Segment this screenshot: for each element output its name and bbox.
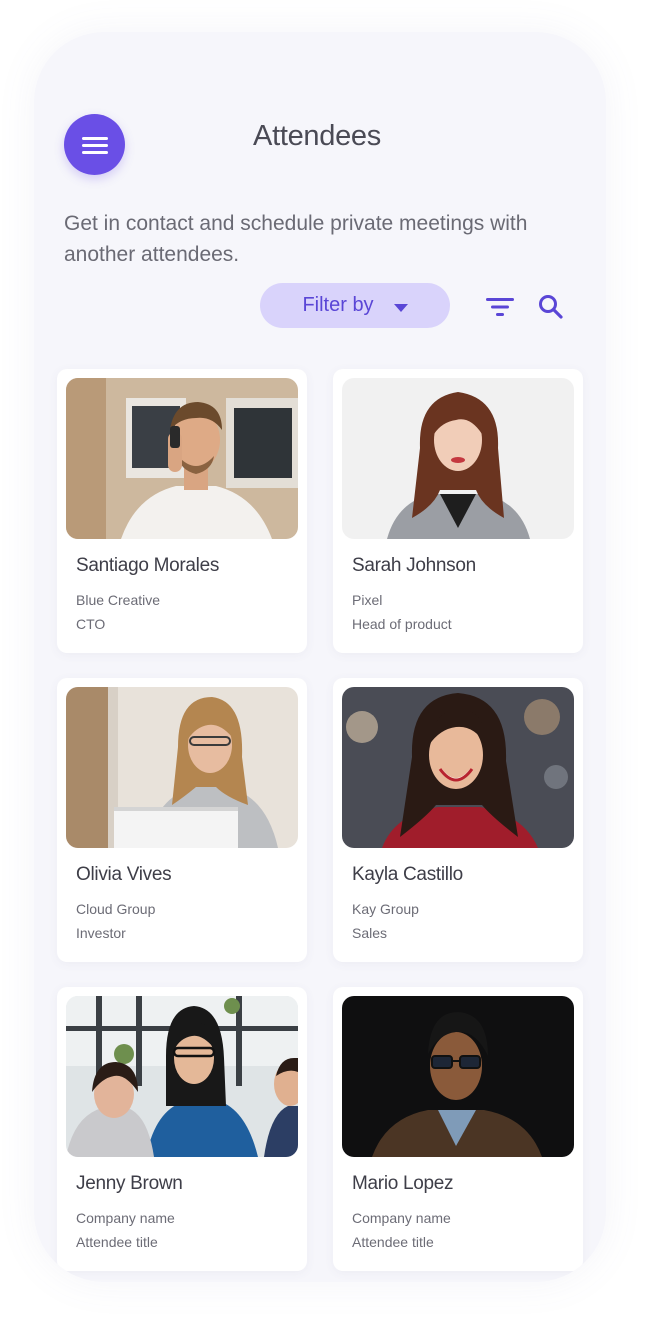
- attendee-name: Sarah Johnson: [352, 555, 476, 576]
- filter-lines-icon: [486, 298, 514, 316]
- attendee-card[interactable]: Mario Lopez Company name Attendee title: [333, 987, 583, 1271]
- attendee-title: Attendee title: [76, 1234, 158, 1250]
- attendee-name: Mario Lopez: [352, 1173, 454, 1194]
- attendee-photo: [342, 996, 574, 1157]
- caret-down-icon: [393, 303, 408, 312]
- attendee-photo: [66, 687, 298, 848]
- attendee-photo: [66, 378, 298, 539]
- attendee-name: Jenny Brown: [76, 1173, 183, 1194]
- attendee-name: Kayla Castillo: [352, 864, 463, 885]
- attendee-company: Blue Creative: [76, 592, 161, 608]
- attendee-card[interactable]: Olivia Vives Cloud Group Investor: [57, 678, 307, 962]
- attendee-title: Head of product: [352, 616, 452, 632]
- page-description: Get in contact and schedule private meet…: [64, 212, 528, 266]
- filter-by-dropdown[interactable]: Filter by: [260, 283, 450, 328]
- attendee-photo: [342, 378, 574, 539]
- attendee-title: Investor: [76, 925, 126, 941]
- attendee-title: Attendee title: [352, 1234, 434, 1250]
- attendee-name: Santiago Morales: [76, 555, 220, 576]
- search-icon: [539, 295, 563, 319]
- filter-by-label: Filter by: [302, 294, 374, 316]
- attendee-card[interactable]: Santiago Morales Blue Creative CTO: [57, 369, 307, 653]
- attendee-card[interactable]: Sarah Johnson Pixel Head of product: [333, 369, 583, 653]
- attendee-photo: [66, 996, 298, 1157]
- attendee-photo: [342, 687, 574, 848]
- attendee-name: Olivia Vives: [76, 864, 172, 885]
- attendee-company: Company name: [352, 1210, 451, 1226]
- app-screen: Attendees Get in contact and schedule pr…: [34, 32, 606, 1282]
- attendee-company: Cloud Group: [76, 901, 156, 917]
- attendee-company: Company name: [76, 1210, 175, 1226]
- attendee-company: Pixel: [352, 592, 383, 608]
- attendee-card[interactable]: Kayla Castillo Kay Group Sales: [333, 678, 583, 962]
- search-button[interactable]: [534, 290, 568, 324]
- attendee-company: Kay Group: [352, 901, 419, 917]
- filter-button[interactable]: [483, 290, 517, 324]
- attendee-title: Sales: [352, 925, 388, 941]
- attendee-card[interactable]: Jenny Brown Company name Attendee title: [57, 987, 307, 1271]
- page-title: Attendees: [253, 120, 381, 152]
- attendee-title: CTO: [76, 616, 106, 632]
